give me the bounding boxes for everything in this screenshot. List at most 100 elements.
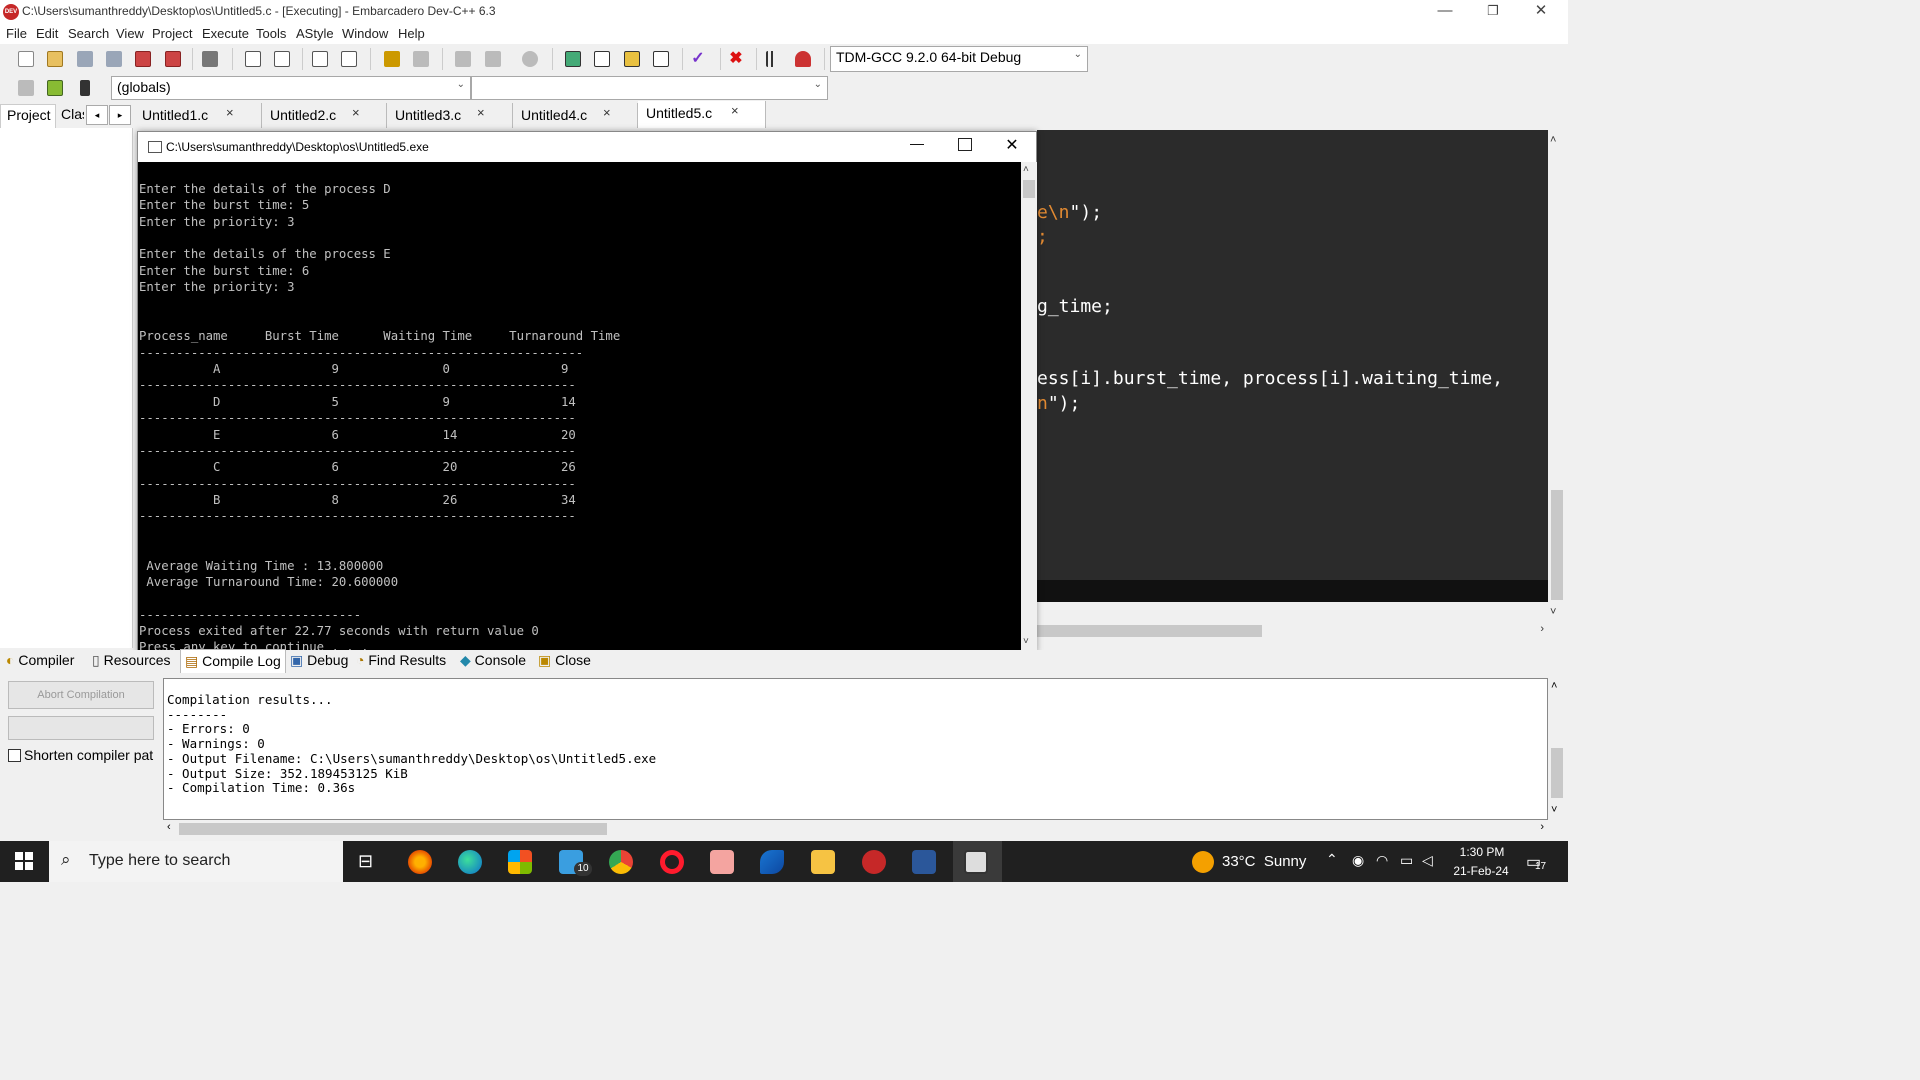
bookmark-icon[interactable] <box>341 51 357 67</box>
edge-icon[interactable] <box>458 850 482 874</box>
menu-help[interactable]: Help <box>398 26 425 41</box>
scrollbar-thumb[interactable] <box>1551 748 1563 798</box>
indent-icon[interactable] <box>485 51 501 67</box>
tab-find-results[interactable]: ◔ Find Results <box>356 652 446 668</box>
print-icon[interactable] <box>202 51 218 67</box>
restore-button[interactable]: ❐ <box>1470 0 1516 24</box>
chevron-right-icon[interactable]: › <box>1540 821 1544 833</box>
insert-code-icon[interactable] <box>47 80 63 96</box>
project-panel[interactable] <box>0 128 133 648</box>
chevron-left-icon[interactable]: ‹ <box>167 821 171 833</box>
close-icon[interactable]: × <box>226 101 234 125</box>
stop-execution-icon[interactable]: ✖ <box>728 51 744 67</box>
paint-app-icon[interactable] <box>710 850 734 874</box>
log-vertical-scrollbar[interactable]: ˄ ˅ <box>1548 678 1566 820</box>
app-shark-icon[interactable] <box>760 850 784 874</box>
run-icon[interactable] <box>594 51 610 67</box>
opera-icon[interactable] <box>660 850 684 874</box>
clock-time[interactable]: 1:30 PM <box>1450 845 1514 859</box>
close-icon[interactable]: × <box>477 101 485 125</box>
close-button[interactable]: ✕ <box>1518 0 1564 24</box>
console-close-button[interactable]: ✕ <box>1000 135 1024 155</box>
task-view-icon[interactable]: ⊟ <box>358 851 373 872</box>
chevron-up-icon[interactable]: ˄ <box>1023 164 1029 175</box>
log-horizontal-scrollbar[interactable]: ‹ › <box>163 820 1548 838</box>
undo-icon[interactable] <box>384 51 400 67</box>
compiler-select[interactable]: TDM-GCC 9.2.0 64-bit Debug ⌄ <box>830 46 1088 72</box>
code-editor[interactable]: e\n"); ; g_time; ess[i].burst_time, proc… <box>1037 130 1548 600</box>
menu-window[interactable]: Window <box>342 26 388 41</box>
close-icon[interactable]: × <box>731 99 739 123</box>
scrollbar-thumb[interactable] <box>179 823 607 835</box>
camera-icon[interactable]: ◉ <box>1352 852 1364 869</box>
chevron-right-icon[interactable]: › <box>1540 623 1544 635</box>
menu-edit[interactable]: Edit <box>36 26 58 41</box>
microsoft-store-icon[interactable] <box>508 850 532 874</box>
class-browser-back-icon[interactable] <box>18 80 34 96</box>
find-icon[interactable] <box>245 51 261 67</box>
tab-debug[interactable]: ▣ Debug <box>290 652 348 669</box>
unindent-icon[interactable] <box>455 51 471 67</box>
editor-vertical-scrollbar[interactable]: ˄ ˅ <box>1548 130 1566 622</box>
close-icon[interactable]: × <box>603 101 611 125</box>
scrollbar-thumb[interactable] <box>1037 625 1262 637</box>
tab-classes[interactable]: Clas <box>58 104 84 128</box>
tab-scroll-left-icon[interactable]: ◂ <box>86 105 108 125</box>
menu-astyle[interactable]: AStyle <box>296 26 334 41</box>
shorten-paths-checkbox[interactable] <box>8 749 21 762</box>
toggle-comment-icon[interactable] <box>522 51 538 67</box>
tab-resources[interactable]: ▯ Resources <box>92 652 171 669</box>
windows-start-icon[interactable] <box>15 852 33 870</box>
profile-icon[interactable] <box>766 51 782 67</box>
tab-console[interactable]: ◆ Console <box>460 652 526 669</box>
console-minimize-button[interactable]: — <box>902 135 932 151</box>
tab-untitled3[interactable]: Untitled3.c × <box>387 103 513 128</box>
taskbar-search-box[interactable]: ⌕ Type here to search <box>49 841 343 882</box>
tab-untitled1[interactable]: Untitled1.c × <box>134 103 262 128</box>
delete-profile-icon[interactable] <box>795 51 811 67</box>
replace-icon[interactable] <box>274 51 290 67</box>
close-icon[interactable]: × <box>352 101 360 125</box>
close-all-icon[interactable] <box>165 51 181 67</box>
file-explorer-icon[interactable] <box>811 850 835 874</box>
tab-untitled4[interactable]: Untitled4.c × <box>513 103 638 128</box>
tab-project[interactable]: Project <box>0 104 56 128</box>
weather-text[interactable]: 33°C Sunny <box>1222 853 1306 870</box>
tab-compiler[interactable]: ◐ Compiler <box>6 652 74 668</box>
syntax-check-icon[interactable]: ✓ <box>690 51 706 67</box>
chevron-up-icon[interactable]: ˄ <box>1551 680 1557 692</box>
console-window[interactable]: C:\Users\sumanthreddy\Desktop\os\Untitle… <box>137 131 1037 653</box>
scrollbar-thumb[interactable] <box>1023 180 1035 198</box>
tab-untitled2[interactable]: Untitled2.c × <box>262 103 387 128</box>
editor-horizontal-scrollbar[interactable]: › <box>1037 622 1548 640</box>
firefox-icon[interactable] <box>408 850 432 874</box>
menu-search[interactable]: Search <box>68 26 109 41</box>
scrollbar-thumb[interactable] <box>1551 490 1563 600</box>
goto-line-icon[interactable] <box>312 51 328 67</box>
menu-file[interactable]: File <box>6 26 27 41</box>
compile-icon[interactable] <box>565 51 581 67</box>
tab-scroll-right-icon[interactable]: ▸ <box>109 105 131 125</box>
menu-view[interactable]: View <box>116 26 144 41</box>
menu-tools[interactable]: Tools <box>256 26 286 41</box>
chevron-up-icon[interactable]: ⌃ <box>1326 851 1338 868</box>
chrome-icon[interactable] <box>609 850 633 874</box>
clock-date[interactable]: 21-Feb-24 <box>1446 864 1516 878</box>
redo-icon[interactable] <box>413 51 429 67</box>
compile-log-output[interactable]: Compilation results... -------- - Errors: … <box>163 678 1548 820</box>
chevron-up-icon[interactable]: ˄ <box>1550 134 1556 146</box>
scope-select[interactable]: (globals) ⌄ <box>111 76 471 100</box>
rebuild-all-icon[interactable] <box>653 51 669 67</box>
compile-run-icon[interactable] <box>624 51 640 67</box>
tab-compile-log[interactable]: ▤ Compile Log <box>180 649 286 673</box>
volume-muted-icon[interactable]: ◁ <box>1422 852 1433 869</box>
devcpp-taskbar-icon[interactable] <box>862 850 886 874</box>
chevron-down-icon[interactable]: ˅ <box>1550 606 1556 618</box>
wifi-icon[interactable]: ◠ <box>1376 852 1388 869</box>
symbol-select[interactable]: ⌄ <box>471 76 828 100</box>
save-icon[interactable] <box>77 51 93 67</box>
toggle-bookmark-icon[interactable] <box>80 80 90 96</box>
abort-compilation-button[interactable]: Abort Compilation <box>8 681 154 709</box>
word-icon[interactable] <box>912 850 936 874</box>
battery-icon[interactable]: ▭ <box>1400 852 1413 869</box>
